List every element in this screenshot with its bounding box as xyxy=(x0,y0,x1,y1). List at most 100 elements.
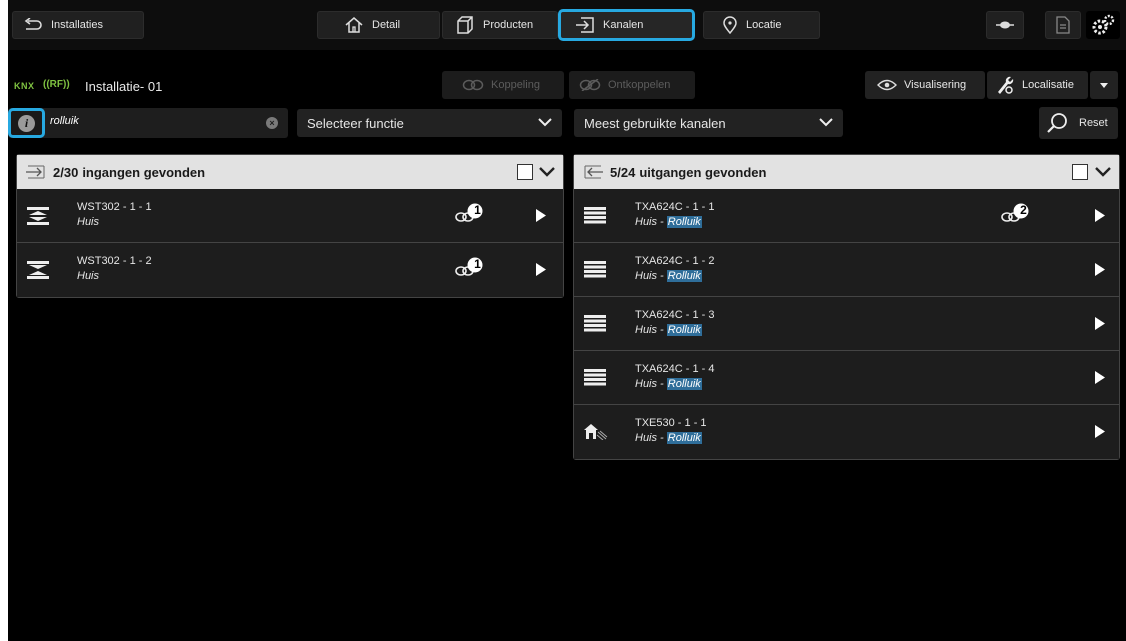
play-arrow-icon[interactable] xyxy=(536,209,546,222)
caret-down-icon xyxy=(1100,82,1108,88)
settings-button[interactable] xyxy=(1086,11,1120,39)
shutter-icon xyxy=(584,261,606,278)
inputs-count: 2/30 xyxy=(53,164,79,180)
rolluik-tag: Rolluik xyxy=(666,324,702,336)
tab-producten[interactable]: Producten xyxy=(442,11,558,39)
channels-select-value: Meest gebruikte kanalen xyxy=(584,115,726,131)
house-blind-icon xyxy=(584,424,608,440)
top-navigation: Installaties Detail Producten Kanalen Lo… xyxy=(8,0,1126,50)
output-location: Huis - Rolluik xyxy=(635,378,702,390)
search-input[interactable] xyxy=(50,115,250,127)
link-count: 1 xyxy=(474,257,481,271)
output-location: Huis - Rolluik xyxy=(635,270,702,282)
function-select[interactable]: Selecteer functie xyxy=(297,109,562,137)
tab-locatie[interactable]: Locatie xyxy=(703,11,820,39)
koppeling-button[interactable]: Koppeling xyxy=(442,71,564,99)
select-all-outputs-checkbox[interactable] xyxy=(1072,164,1088,180)
localisatie-dropdown-button[interactable] xyxy=(1090,71,1118,99)
localisatie-button[interactable]: Localisatie xyxy=(987,71,1088,99)
inputs-panel: 2/30 ingangen gevonden WST302 - 1 - 1 Hu… xyxy=(16,154,564,298)
localisatie-label: Localisatie xyxy=(1022,79,1074,91)
clear-search-icon[interactable]: × xyxy=(266,117,278,129)
output-name: TXA624C - 1 - 4 xyxy=(635,363,715,375)
ontkoppelen-button[interactable]: Ontkoppelen xyxy=(569,71,695,99)
shutter-icon xyxy=(584,369,606,386)
play-arrow-icon[interactable] xyxy=(1095,209,1105,222)
shutter-icon xyxy=(584,207,606,224)
tab-kanalen-label: Kanalen xyxy=(603,19,644,31)
visualisering-button[interactable]: Visualisering xyxy=(865,71,985,99)
list-item[interactable]: TXE530 - 1 - 1 Huis - Rolluik xyxy=(574,405,1119,459)
channel-icon xyxy=(576,17,594,33)
collapse-chevron-icon[interactable] xyxy=(539,166,555,177)
list-item[interactable]: TXA624C - 1 - 4 Huis - Rolluik xyxy=(574,351,1119,405)
rf-logo: ((RF)) xyxy=(43,79,70,90)
knx-logo: KNX xyxy=(14,81,35,91)
collapse-chevron-icon[interactable] xyxy=(1095,166,1111,177)
shutter-icon xyxy=(584,315,606,332)
list-item[interactable]: TXA624C - 1 - 3 Huis - Rolluik xyxy=(574,297,1119,351)
unlink-icon xyxy=(579,79,601,91)
rolluik-tag: Rolluik xyxy=(666,432,702,444)
list-item[interactable]: WST302 - 1 - 2 Huis 1 xyxy=(17,243,563,297)
output-name: TXA624C - 1 - 2 xyxy=(635,255,715,267)
link-icon xyxy=(462,79,484,91)
inputs-panel-header: 2/30 ingangen gevonden xyxy=(17,155,563,189)
rolluik-tag: Rolluik xyxy=(666,270,702,282)
input-name: WST302 - 1 - 1 xyxy=(77,201,152,213)
output-location: Huis - Rolluik xyxy=(635,324,702,336)
outputs-list: TXA624C - 1 - 1 Huis - Rolluik 2 TXA624C… xyxy=(574,189,1119,459)
link-count: 2 xyxy=(1020,203,1027,217)
output-name: TXA624C - 1 - 3 xyxy=(635,309,715,321)
play-arrow-icon[interactable] xyxy=(1095,263,1105,276)
installaties-button[interactable]: Installaties xyxy=(12,11,144,39)
document-button[interactable] xyxy=(1045,11,1081,39)
app-window: Installaties Detail Producten Kanalen Lo… xyxy=(8,0,1126,641)
reset-label: Reset xyxy=(1079,117,1108,129)
inputs-list: WST302 - 1 - 1 Huis 1 WST302 - 1 - 2 Hui… xyxy=(17,189,563,297)
list-item[interactable]: TXA624C - 1 - 1 Huis - Rolluik 2 xyxy=(574,189,1119,243)
play-arrow-icon[interactable] xyxy=(536,263,546,276)
koppeling-label: Koppeling xyxy=(491,79,540,91)
inputs-title: ingangen gevonden xyxy=(82,164,206,180)
ontkoppelen-label: Ontkoppelen xyxy=(608,79,671,91)
inputs-direction-icon xyxy=(26,165,45,179)
connect-button[interactable] xyxy=(986,11,1024,39)
info-button[interactable]: i xyxy=(8,108,45,138)
output-location: Huis - Rolluik xyxy=(635,216,702,228)
outputs-title: uitgangen gevonden xyxy=(639,164,767,180)
play-arrow-icon[interactable] xyxy=(1095,425,1105,438)
chevron-down-icon xyxy=(819,118,833,127)
input-location: Huis xyxy=(77,216,100,228)
tab-detail-label: Detail xyxy=(372,19,401,31)
input-name: WST302 - 1 - 2 xyxy=(77,255,152,267)
plug-connector-icon xyxy=(996,21,1014,29)
link-count: 1 xyxy=(474,203,481,217)
wrench-tool-icon xyxy=(998,76,1014,94)
search-box: i × xyxy=(8,108,288,138)
gear-icon xyxy=(1092,14,1115,35)
list-item[interactable]: WST302 - 1 - 1 Huis 1 xyxy=(17,189,563,243)
channels-select[interactable]: Meest gebruikte kanalen xyxy=(574,109,843,137)
box-icon xyxy=(457,16,473,34)
outputs-panel: 5/24 uitgangen gevonden TXA624C - 1 - 1 … xyxy=(573,154,1120,460)
location-pin-icon xyxy=(723,16,737,34)
select-all-inputs-checkbox[interactable] xyxy=(517,164,533,180)
input-location: Huis xyxy=(77,270,100,282)
installation-title: Installatie- 01 xyxy=(85,79,163,94)
visualisering-label: Visualisering xyxy=(904,79,967,91)
reset-button[interactable]: Reset xyxy=(1039,107,1118,139)
play-arrow-icon[interactable] xyxy=(1095,371,1105,384)
document-icon xyxy=(1056,16,1070,34)
chevron-down-icon xyxy=(538,118,552,127)
rolluik-tag: Rolluik xyxy=(666,378,702,390)
list-item[interactable]: TXA624C - 1 - 2 Huis - Rolluik xyxy=(574,243,1119,297)
tab-kanalen[interactable]: Kanalen xyxy=(558,9,695,41)
back-arrow-icon xyxy=(24,18,42,30)
installaties-label: Installaties xyxy=(51,19,103,31)
play-arrow-icon[interactable] xyxy=(1095,317,1105,330)
house-icon xyxy=(345,17,363,33)
tab-detail[interactable]: Detail xyxy=(317,11,440,39)
outputs-panel-header: 5/24 uitgangen gevonden xyxy=(574,155,1119,189)
eye-icon xyxy=(877,79,897,91)
